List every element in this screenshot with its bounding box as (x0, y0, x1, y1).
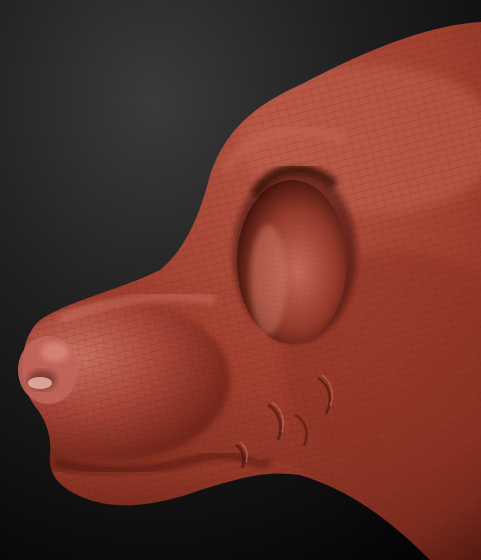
eye-socket (233, 164, 357, 344)
nose-tip (18, 336, 78, 404)
sculpt-viewport[interactable] (0, 0, 481, 560)
viewport-canvas[interactable] (0, 0, 481, 560)
